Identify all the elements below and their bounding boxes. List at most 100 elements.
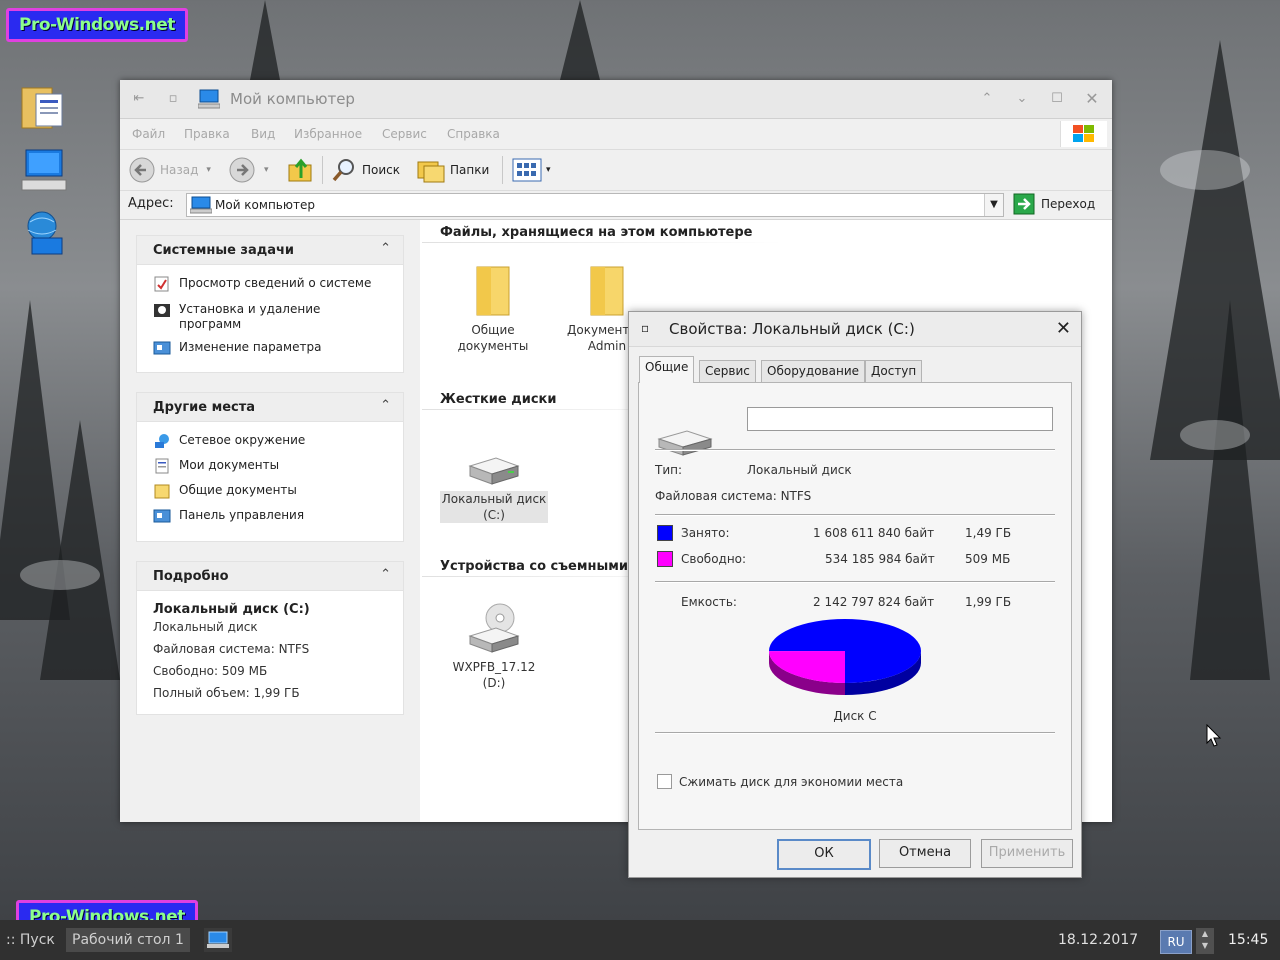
collapse-chevron-icon-2[interactable]: ⌃	[380, 398, 391, 413]
tab-hardware[interactable]: Оборудование	[761, 360, 865, 383]
ok-button[interactable]: ОК	[777, 839, 871, 870]
link-shared-documents[interactable]: Общие документы	[153, 483, 297, 499]
folder-icon	[476, 266, 510, 316]
language-indicator[interactable]: RU	[1160, 930, 1192, 954]
up-folder-button[interactable]	[286, 156, 314, 184]
forward-dropdown-icon[interactable]: ▾	[264, 165, 269, 175]
details-type: Локальный диск	[153, 620, 258, 634]
go-arrow-icon	[1013, 193, 1035, 215]
search-icon	[332, 159, 354, 182]
files-section-header: Файлы, хранящиеся на этом компьютере	[440, 225, 753, 240]
link-my-documents-label: Мои документы	[179, 458, 280, 472]
address-input[interactable]: Мой компьютер ▼	[186, 193, 1004, 217]
taskbar-computer-icon	[207, 931, 229, 948]
maximize-button[interactable]: ☐	[1048, 90, 1066, 108]
drive-icon	[657, 430, 713, 456]
taskbar-explorer-button[interactable]	[204, 928, 232, 952]
hard-disk-icon	[468, 457, 520, 485]
menu-file[interactable]: Файл	[132, 127, 165, 141]
dialog-close-button[interactable]: ✕	[1056, 318, 1071, 339]
collapse-chevron-icon-3[interactable]: ⌃	[380, 567, 391, 582]
link-my-documents[interactable]: Мои документы	[153, 458, 279, 474]
compress-label[interactable]: Сжимать диск для экономии места	[679, 775, 903, 789]
system-tasks-title: Системные задачи	[153, 243, 295, 258]
cancel-button[interactable]: Отмена	[879, 839, 971, 868]
dialog-title: Свойства: Локальный диск (C:)	[669, 320, 915, 338]
used-color-swatch	[657, 525, 673, 541]
menu-tools[interactable]: Сервис	[382, 127, 427, 141]
link-network-places-label: Сетевое окружение	[179, 433, 306, 447]
close-button[interactable]: ✕	[1083, 90, 1101, 108]
search-label: Поиск	[362, 163, 401, 177]
my-computer-icon[interactable]	[18, 146, 70, 198]
forward-button[interactable]: ▾	[228, 156, 269, 184]
volume-label-input[interactable]	[747, 407, 1053, 431]
shared-documents-item[interactable]: Общие документы	[442, 263, 544, 354]
menu-help[interactable]: Справка	[447, 127, 500, 141]
removable-section-header: Устройства со съемными	[440, 559, 628, 574]
system-tasks-panel: Системные задачи ⌃ Просмотр сведений о с…	[136, 235, 404, 373]
start-button[interactable]: :: Пуск	[6, 932, 55, 948]
taskbar-date: 18.12.2017	[1058, 932, 1139, 948]
taskbar-clock[interactable]: 15:45	[1228, 932, 1268, 948]
details-fs: Файловая система: NTFS	[153, 642, 310, 656]
network-places-icon	[155, 434, 169, 448]
mouse-cursor-icon	[1206, 724, 1222, 747]
cd-drive-item[interactable]: WXPFB_17.12 (D:)	[436, 600, 552, 691]
menu-favorites[interactable]: Избранное	[294, 127, 362, 141]
shade-down-button[interactable]: ⌄	[1013, 90, 1031, 108]
toolbar-separator	[322, 156, 323, 184]
window-menu-icon[interactable]: ▫	[164, 90, 182, 108]
menu-edit[interactable]: Правка	[184, 127, 230, 141]
pin-icon[interactable]: ⇤	[130, 90, 148, 108]
explorer-titlebar[interactable]: ⇤ ▫ Мой компьютер ⌃ ⌄ ☐ ✕	[120, 80, 1112, 119]
general-tab-panel: Тип: Локальный диск Файловая система: NT…	[638, 382, 1072, 830]
views-button[interactable]: ▾	[512, 156, 551, 184]
add-remove-icon	[154, 304, 170, 317]
link-view-system-info[interactable]: Просмотр сведений о системе	[153, 276, 371, 292]
collapse-chevron-icon[interactable]: ⌃	[380, 241, 391, 256]
free-bytes: 534 185 984 байт	[825, 552, 935, 566]
local-disk-label: Локальный диск (C:)	[440, 491, 548, 523]
back-button[interactable]: Назад ▾	[128, 156, 211, 184]
dialog-menu-icon[interactable]: ▫	[641, 321, 649, 335]
folders-label: Папки	[450, 163, 490, 177]
link-add-remove-programs[interactable]: Установка и удаление программ	[153, 302, 343, 332]
disk-usage-pie	[769, 619, 921, 695]
shared-folder-icon	[154, 484, 170, 499]
tab-tools[interactable]: Сервис	[699, 360, 756, 383]
link-change-setting[interactable]: Изменение параметра	[153, 340, 321, 356]
cd-drive-icon	[468, 603, 520, 653]
tab-general[interactable]: Общие	[639, 356, 695, 383]
other-places-header[interactable]: Другие места ⌃	[137, 393, 403, 422]
network-icon[interactable]	[18, 208, 70, 260]
desktop-switcher[interactable]: Рабочий стол 1	[66, 928, 190, 952]
go-button[interactable]: Переход	[1013, 193, 1095, 215]
free-label: Свободно:	[681, 552, 747, 566]
views-dropdown-icon[interactable]: ▾	[546, 165, 551, 175]
system-tasks-header[interactable]: Системные задачи ⌃	[137, 236, 403, 265]
address-dropdown-button[interactable]: ▼	[984, 194, 1003, 216]
details-free: Свободно: 509 МБ	[153, 664, 268, 678]
link-control-panel[interactable]: Панель управления	[153, 508, 304, 524]
compress-checkbox[interactable]	[657, 774, 672, 789]
menu-view[interactable]: Вид	[251, 127, 275, 141]
local-disk-item[interactable]: Локальный диск (C:)	[440, 452, 548, 523]
apply-button[interactable]: Применить	[981, 839, 1073, 868]
link-network-places[interactable]: Сетевое окружение	[153, 433, 305, 449]
my-documents-icon	[155, 458, 169, 474]
address-computer-icon	[190, 196, 212, 214]
folders-button[interactable]: Папки	[416, 156, 489, 184]
dialog-titlebar[interactable]: ▫ Свойства: Локальный диск (C:) ✕	[629, 312, 1081, 347]
tab-sharing[interactable]: Доступ	[865, 360, 923, 383]
capacity-human: 1,99 ГБ	[965, 595, 1012, 609]
window-title: Мой компьютер	[230, 90, 355, 108]
separator-2	[655, 514, 1055, 516]
search-button[interactable]: Поиск	[330, 156, 400, 184]
details-total: Полный объем: 1,99 ГБ	[153, 686, 300, 700]
details-header[interactable]: Подробно ⌃	[137, 562, 403, 591]
shade-up-button[interactable]: ⌃	[978, 90, 996, 108]
language-spinner-icon[interactable]: ▲ ▼	[1196, 928, 1214, 954]
documents-icon[interactable]	[18, 82, 70, 134]
back-dropdown-icon[interactable]: ▾	[206, 165, 211, 175]
